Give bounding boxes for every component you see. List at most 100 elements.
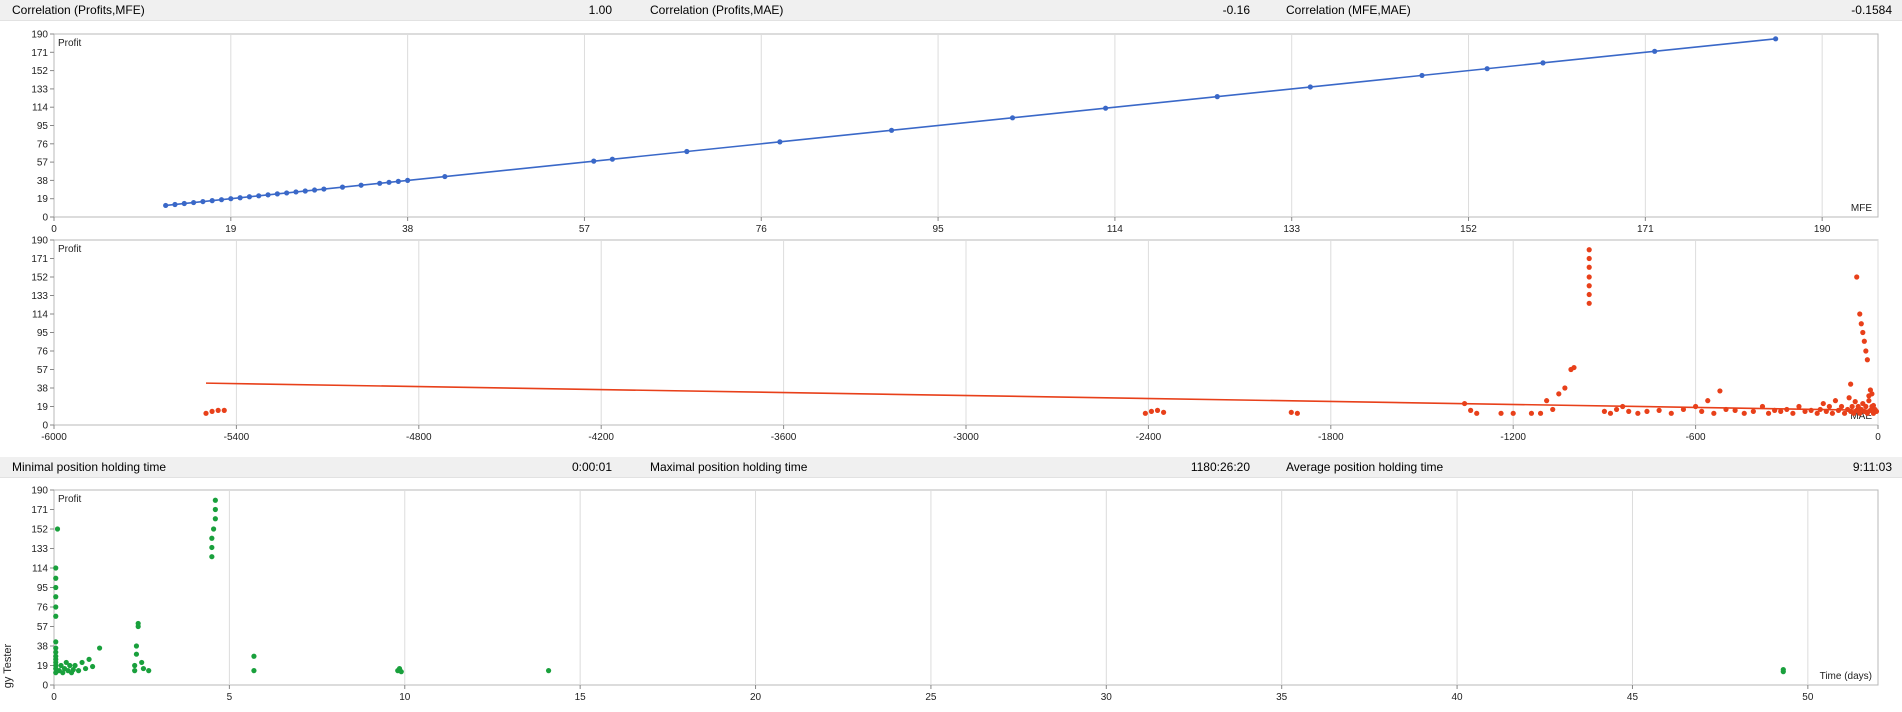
x-tick-label: -6000 [41,432,67,443]
data-point [1288,409,1294,415]
y-tick-label: 76 [37,347,49,358]
y-axis-label: Profit [58,494,82,505]
data-point [1857,311,1863,317]
data-point [1468,407,1474,413]
data-point [209,554,215,560]
data-point [86,656,92,662]
y-tick-label: 57 [37,158,49,169]
data-point [1784,406,1790,413]
data-point [339,184,346,190]
data-point [1419,72,1425,79]
data-point [777,139,783,145]
x-tick-label: 10 [399,692,411,703]
data-point [1778,408,1784,414]
data-point [1820,400,1826,407]
data-point [53,613,59,619]
data-point [1652,48,1658,54]
data-point [1750,408,1756,414]
data-point [1540,60,1546,66]
data-point [132,662,138,669]
data-point [211,526,217,532]
x-tick-label: 30 [1101,692,1113,703]
holding-time-stats-bar: Minimal position holding time 0:00:01 Ma… [0,457,1902,478]
x-tick-label: 190 [1814,224,1831,235]
data-point [1214,94,1220,100]
y-tick-label: 19 [37,661,49,672]
y-tick-label: 95 [37,328,49,339]
data-point [1772,407,1778,413]
data-point [1858,321,1864,327]
data-point [1009,115,1016,121]
data-point [135,620,141,627]
stat-label-corr-mfe-mae: Correlation (MFE,MAE) [1286,3,1411,17]
x-tick-label: 15 [575,692,587,703]
data-point [54,526,61,532]
y-tick-label: 152 [31,66,48,77]
y-tick-label: 95 [37,121,49,132]
data-point [1780,667,1786,673]
x-tick-label: -4200 [588,432,614,443]
data-point [1498,410,1504,416]
data-point [133,651,140,657]
x-tick-label: 19 [225,224,237,235]
data-point [146,668,152,674]
y-tick-label: 171 [31,505,48,516]
data-point [1693,403,1699,410]
data-point [1863,403,1869,410]
data-point [1474,410,1480,416]
data-point [209,198,215,204]
x-tick-label: 25 [925,692,937,703]
data-point [1294,410,1300,416]
data-point [1537,410,1544,416]
data-point [1832,398,1839,404]
plot-frame [53,33,1879,218]
data-point [1802,408,1808,414]
data-point [1846,395,1852,401]
data-point [609,156,615,162]
data-point [200,198,206,205]
data-point [53,594,59,600]
x-tick-label: 171 [1637,224,1654,235]
data-point [1142,410,1148,416]
data-point [1644,408,1650,414]
y-tick-label: 114 [32,564,48,575]
strategy-tester-side-label: gy Tester [2,643,15,689]
stat-label-corr-profits-mfe: Correlation (Profits,MFE) [12,3,145,17]
data-point [358,182,364,188]
data-point [53,645,59,651]
x-tick-label: 40 [1452,692,1464,703]
data-point [53,575,59,581]
data-point [1656,407,1662,413]
data-point [1852,399,1858,405]
data-point [79,659,85,666]
data-point [684,148,690,155]
data-point [1620,403,1626,410]
y-tick-label: 76 [37,603,49,614]
data-point [139,659,145,666]
y-tick-label: 19 [37,194,49,205]
stat-label-min-holding: Minimal position holding time [12,460,167,474]
y-tick-label: 38 [37,642,49,653]
data-point [293,189,299,195]
data-point [1870,402,1877,409]
data-point [1826,403,1832,410]
data-point [1586,291,1592,298]
data-point [203,410,209,416]
y-tick-label: 133 [31,84,48,95]
data-point [212,506,218,513]
data-point [1562,385,1568,391]
data-point [1586,283,1592,289]
y-tick-label: 76 [37,139,49,150]
correlation-stats-bar: Correlation (Profits,MFE) 1.00 Correlati… [0,0,1902,21]
data-point [132,668,138,674]
data-point [1863,348,1869,354]
data-point [1586,255,1592,262]
data-point [140,665,147,672]
data-point [442,173,448,180]
data-point [1717,388,1723,394]
y-tick-label: 133 [31,291,48,302]
x-axis-label: MFE [1851,203,1872,214]
data-point [1635,410,1641,416]
stat-value-avg-holding: 9:11:03 [1852,460,1892,474]
data-point [1510,410,1516,416]
